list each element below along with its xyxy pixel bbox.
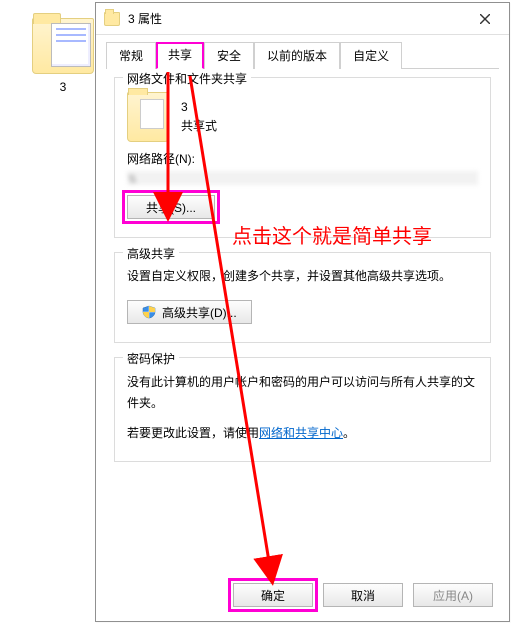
advanced-share-group: 高级共享 设置自定义权限，创建多个共享，并设置其他高级共享选项。 高级共享(D)…: [114, 252, 491, 343]
password-protect-desc1: 没有此计算机的用户帐户和密码的用户可以访问与所有人共享的文件夹。: [127, 372, 478, 413]
tab-previous-versions[interactable]: 以前的版本: [254, 42, 340, 69]
tab-security[interactable]: 安全: [204, 42, 254, 69]
pwd-desc2-prefix: 若要更改此设置，请使用: [127, 426, 259, 440]
folder-name: 3: [181, 98, 217, 117]
dialog-title: 3 属性: [128, 10, 465, 27]
advanced-share-desc: 设置自定义权限，创建多个共享，并设置其他高级共享选项。: [127, 267, 478, 286]
close-button[interactable]: [465, 7, 505, 31]
annotation-callout: 点击这个就是简单共享: [232, 220, 432, 249]
advanced-share-legend: 高级共享: [123, 245, 179, 262]
network-path-value: \\: [127, 171, 478, 185]
network-path-label: 网络路径(N):: [127, 150, 478, 167]
tab-share[interactable]: 共享: [156, 42, 204, 69]
desktop-folder[interactable]: 3: [28, 18, 98, 94]
ok-button[interactable]: 确定: [233, 583, 313, 607]
advanced-share-button[interactable]: 高级共享(D)...: [127, 300, 252, 324]
tab-general[interactable]: 常规: [106, 42, 156, 69]
network-share-group: 网络文件和文件夹共享 3 共享式 网络路径(N): \\ 共享(S)...: [114, 77, 491, 238]
tab-custom[interactable]: 自定义: [340, 42, 402, 69]
dialog-footer: 确定 取消 应用(A): [96, 573, 509, 621]
tab-strip: 常规 共享 安全 以前的版本 自定义: [96, 35, 509, 68]
advanced-share-button-label: 高级共享(D)...: [162, 304, 237, 321]
network-sharing-center-link[interactable]: 网络和共享中心: [259, 426, 343, 440]
desktop-folder-label: 3: [28, 80, 98, 94]
folder-thumbnail-row: 3 共享式: [127, 92, 478, 142]
close-icon: [480, 14, 490, 24]
paper-icon: [51, 23, 91, 67]
title-bar[interactable]: 3 属性: [96, 3, 509, 35]
tab-content: 网络文件和文件夹共享 3 共享式 网络路径(N): \\ 共享(S)... 高级…: [106, 68, 499, 573]
cancel-button[interactable]: 取消: [323, 583, 403, 607]
apply-button[interactable]: 应用(A): [413, 583, 493, 607]
paper-icon: [140, 99, 164, 129]
advanced-share-button-row: 高级共享(D)...: [127, 300, 478, 324]
folder-state: 共享式: [181, 117, 217, 136]
titlebar-folder-icon: [104, 12, 120, 26]
password-protect-group: 密码保护 没有此计算机的用户帐户和密码的用户可以访问与所有人共享的文件夹。 若要…: [114, 357, 491, 462]
pwd-desc2-suffix: 。: [343, 426, 355, 440]
network-share-legend: 网络文件和文件夹共享: [123, 70, 251, 87]
shield-icon: [142, 305, 156, 319]
folder-info: 3 共享式: [181, 98, 217, 136]
password-protect-legend: 密码保护: [123, 350, 179, 367]
password-protect-desc2: 若要更改此设置，请使用网络和共享中心。: [127, 423, 478, 443]
share-button[interactable]: 共享(S)...: [127, 195, 215, 219]
folder-thumb-icon: [127, 92, 169, 142]
folder-icon: [32, 18, 94, 74]
properties-dialog: 3 属性 常规 共享 安全 以前的版本 自定义 网络文件和文件夹共享 3 共享式…: [95, 2, 510, 622]
share-button-row: 共享(S)...: [127, 195, 478, 219]
